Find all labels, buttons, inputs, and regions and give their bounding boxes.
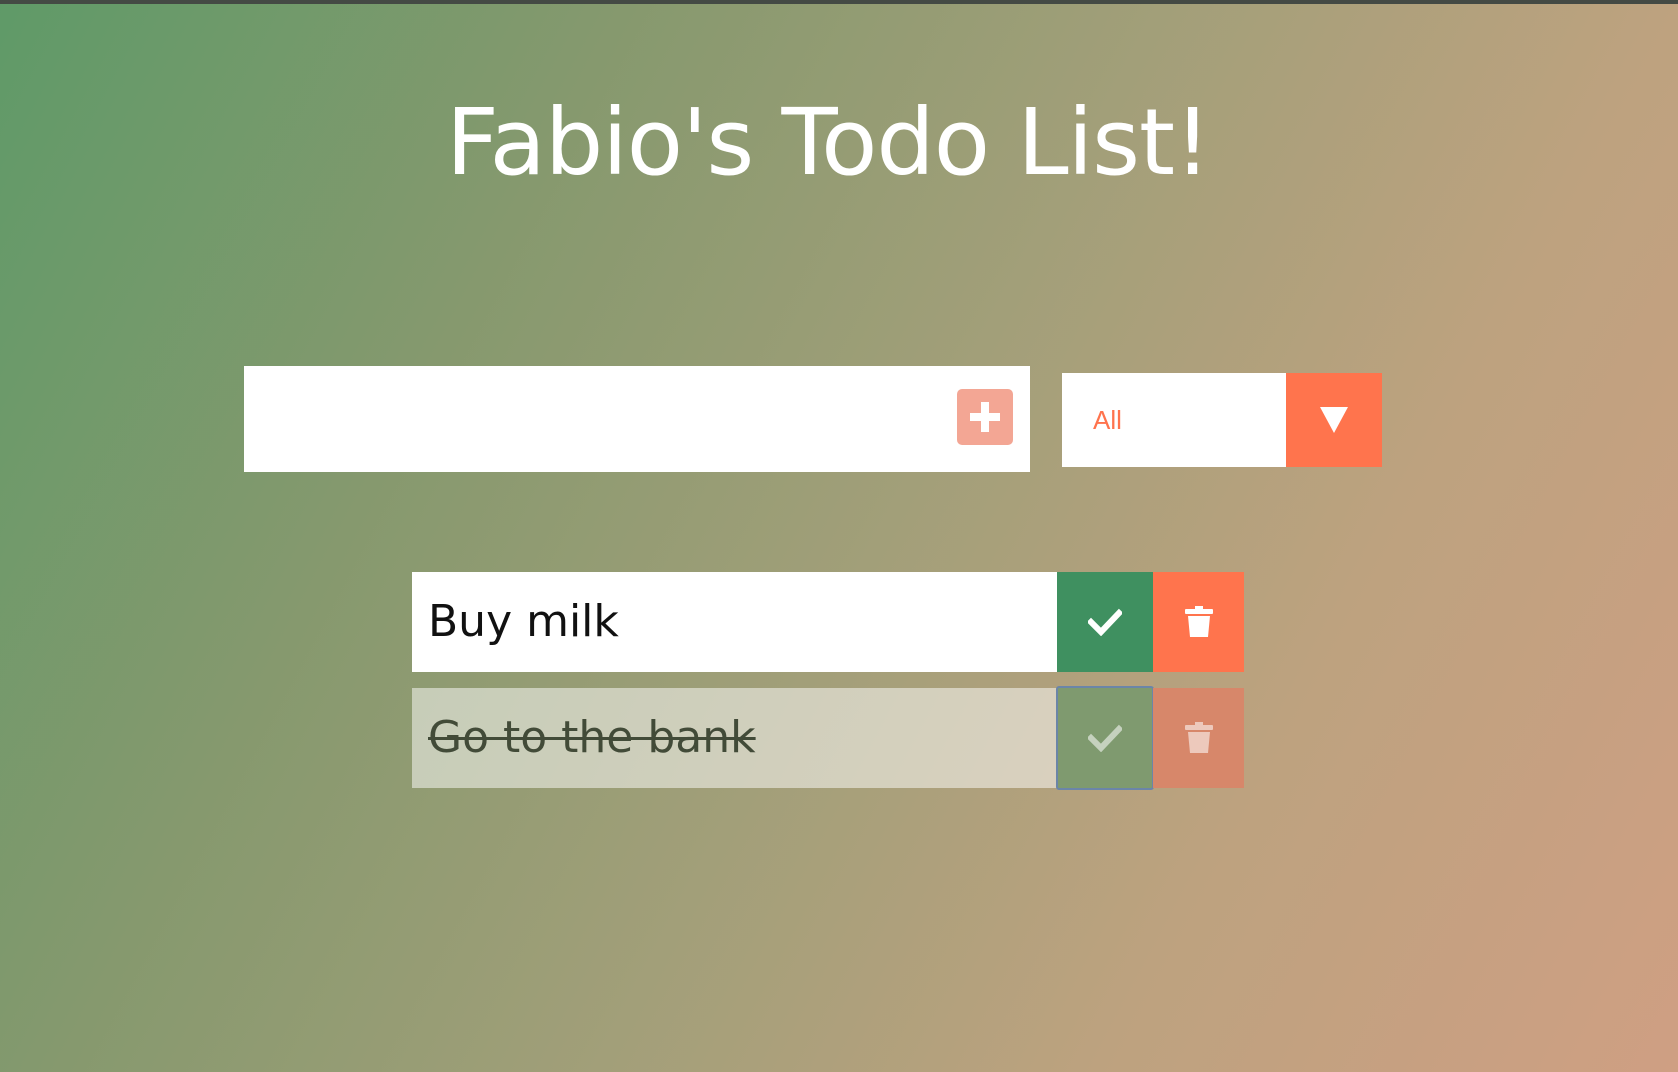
- plus-icon: [970, 402, 1000, 432]
- todo-item: Buy milk: [412, 572, 1244, 672]
- page-title: Fabio's Todo List!: [445, 89, 1211, 196]
- trash-icon: [1184, 722, 1213, 753]
- filter-selected-value[interactable]: All: [1062, 373, 1286, 467]
- new-todo-input[interactable]: [244, 366, 944, 472]
- new-todo-form: [244, 366, 1030, 472]
- window-top-border: [0, 0, 1678, 4]
- delete-button[interactable]: [1153, 572, 1244, 672]
- add-todo-button[interactable]: [957, 389, 1013, 445]
- todo-text: Buy milk: [412, 572, 1057, 672]
- complete-button[interactable]: [1056, 686, 1154, 790]
- filter-select[interactable]: All: [1062, 373, 1382, 467]
- check-icon: [1088, 608, 1122, 636]
- todo-text: Go to the bank: [412, 688, 1057, 788]
- complete-button[interactable]: [1057, 572, 1153, 672]
- filter-dropdown-toggle[interactable]: [1286, 373, 1382, 467]
- check-icon: [1088, 724, 1122, 752]
- delete-button[interactable]: [1153, 688, 1244, 788]
- trash-icon: [1184, 606, 1213, 637]
- triangle-down-icon: [1320, 407, 1348, 433]
- todo-item-completed: Go to the bank: [412, 686, 1244, 790]
